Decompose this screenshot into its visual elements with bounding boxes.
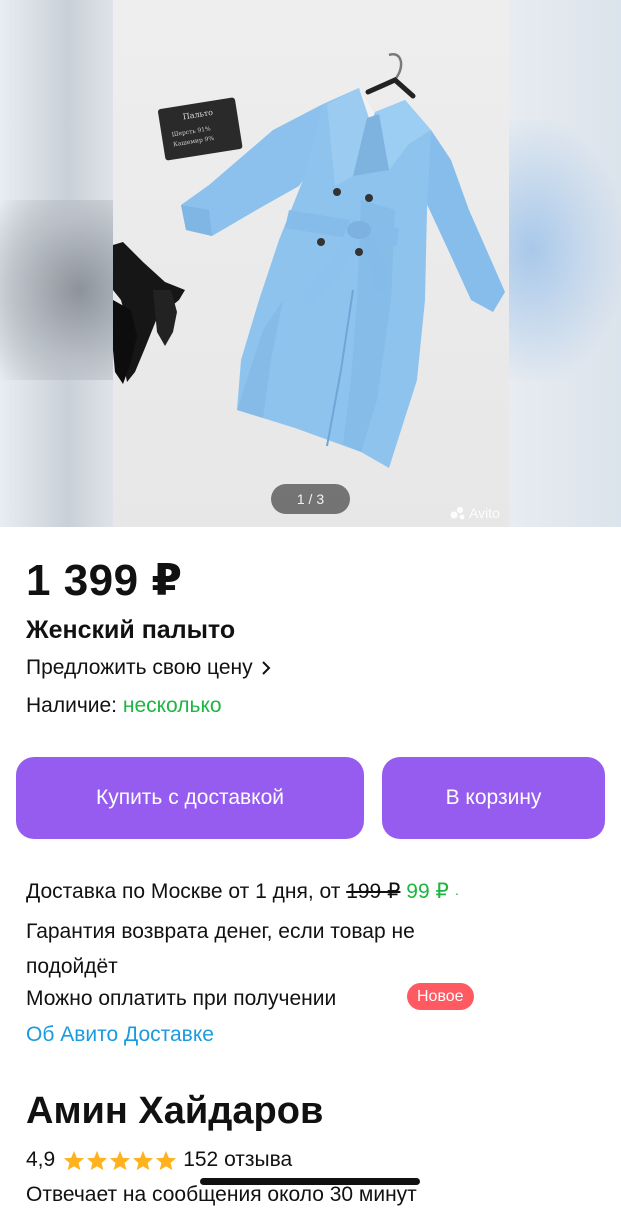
product-photo[interactable]: Пальто Шерсть 91% Кашемир 9% xyxy=(113,0,509,527)
chevron-right-icon xyxy=(261,661,271,675)
star-icon xyxy=(64,1150,85,1170)
delivery-old-price: 199 ₽ xyxy=(346,880,401,903)
availability-label: Наличие: xyxy=(26,694,118,717)
product-price: 1 399 ₽ xyxy=(26,556,183,605)
add-to-cart-button[interactable]: В корзину xyxy=(382,757,605,839)
buy-with-delivery-button[interactable]: Купить с доставкой xyxy=(16,757,364,839)
about-delivery-link[interactable]: Об Авито Доставке xyxy=(26,1021,214,1049)
gallery-prev-blur xyxy=(0,200,113,380)
seller-name[interactable]: Амин Хайдаров xyxy=(26,1087,323,1135)
avito-watermark: Avito xyxy=(450,504,500,522)
image-gallery[interactable]: Пальто Шерсть 91% Кашемир 9% 1 / 3 Avito xyxy=(0,0,621,527)
availability-value: несколько xyxy=(122,694,222,717)
reviews-count[interactable]: 152 отзыва xyxy=(183,1146,292,1174)
rating-stars xyxy=(63,1150,178,1171)
product-title: Женский палыто xyxy=(26,616,236,644)
response-time: Отвечает на сообщения около 30 минут xyxy=(26,1183,417,1206)
seller-rating[interactable]: 4,9 152 отзыва xyxy=(26,1146,292,1174)
gallery-next-blur xyxy=(509,120,621,380)
coat-illustration: Пальто Шерсть 91% Кашемир 9% xyxy=(113,53,505,468)
pay-on-receipt: Можно оплатить при получении xyxy=(26,987,337,1010)
star-icon xyxy=(156,1150,177,1170)
star-icon xyxy=(87,1150,108,1170)
offer-price-link[interactable]: Предложить свою цену xyxy=(26,654,271,682)
avito-logo-icon xyxy=(450,506,465,520)
watermark-text: Avito xyxy=(469,505,500,521)
new-badge: Новое xyxy=(407,983,474,1010)
delivery-new-price: 99 ₽ xyxy=(406,880,449,903)
delivery-separator: · xyxy=(454,885,460,901)
image-counter: 1 / 3 xyxy=(271,484,350,514)
availability: Наличие: несколько xyxy=(26,692,222,720)
star-icon xyxy=(110,1150,131,1170)
offer-price-label: Предложить свою цену xyxy=(26,656,253,679)
home-indicator xyxy=(200,1178,420,1185)
delivery-info: Доставка по Москве от 1 дня, от 199 ₽ 99… xyxy=(26,878,459,907)
return-guarantee: Гарантия возврата денег, если товар не п… xyxy=(26,920,415,978)
delivery-text: Доставка по Москве от 1 дня, от xyxy=(26,880,341,903)
label-card: Пальто Шерсть 91% Кашемир 9% xyxy=(158,97,243,161)
boots xyxy=(113,242,185,384)
star-icon xyxy=(133,1150,154,1170)
rating-value: 4,9 xyxy=(26,1148,56,1171)
